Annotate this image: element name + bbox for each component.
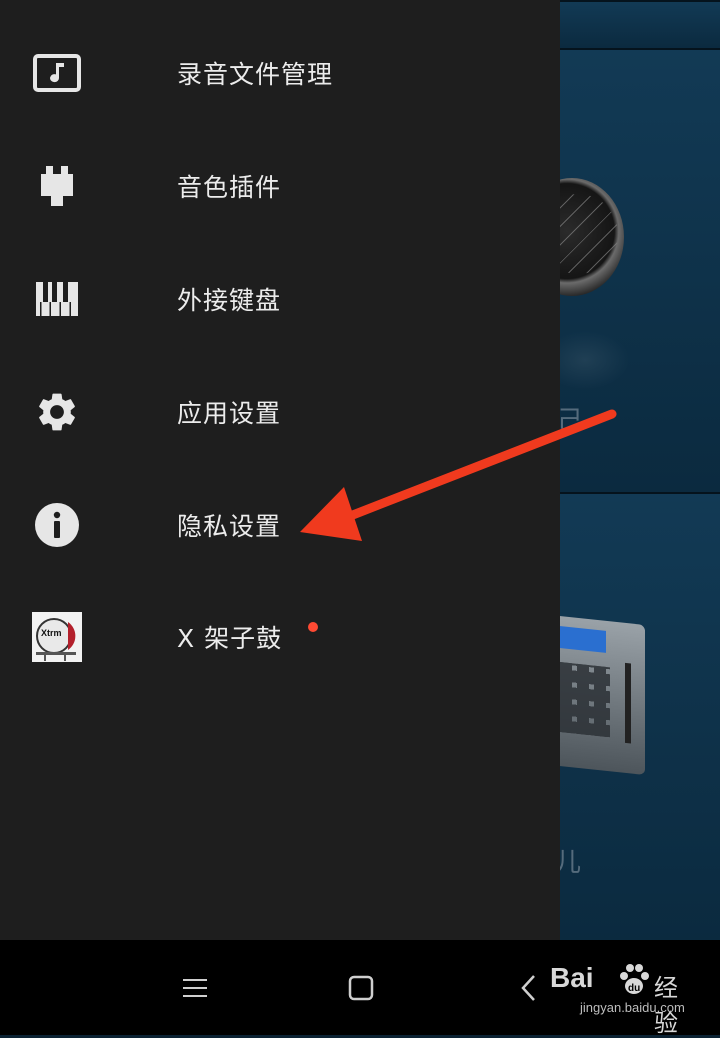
menu-item-settings[interactable]: 应用设置 bbox=[0, 355, 560, 468]
nav-home-button[interactable] bbox=[321, 940, 401, 1035]
menu-item-privacy[interactable]: 隐私设置 bbox=[0, 468, 560, 581]
nav-menu-button[interactable] bbox=[155, 940, 235, 1035]
piano-keys-icon bbox=[32, 274, 82, 324]
home-square-icon bbox=[348, 975, 374, 1000]
menu-item-label: 录音文件管理 bbox=[177, 59, 334, 89]
background-label-fragment: 己 bbox=[557, 406, 584, 436]
menu-item-xdrum[interactable]: Xtrm X 架子鼓 bbox=[0, 580, 560, 693]
menu-item-label: 外接键盘 bbox=[177, 285, 282, 315]
svg-text:Xtrm: Xtrm bbox=[41, 628, 62, 638]
menu-item-label: 应用设置 bbox=[177, 398, 282, 428]
menu-item-label: 隐私设置 bbox=[177, 511, 282, 541]
watermark-url: jingyan.baidu.com bbox=[580, 1000, 685, 1015]
music-note-icon bbox=[32, 48, 82, 98]
menu-item-keyboard[interactable]: 外接键盘 bbox=[0, 242, 560, 355]
back-chevron-icon bbox=[521, 974, 535, 1001]
x-drum-app-icon: Xtrm bbox=[32, 611, 82, 662]
menu-item-label: 音色插件 bbox=[177, 172, 282, 202]
navigation-drawer: 录音文件管理 音色插件 外接键盘 应用设置 隐私设置 Xtrm X 架子鼓 bbox=[0, 0, 560, 940]
menu-item-label: X 架子鼓 bbox=[177, 623, 283, 653]
plug-icon bbox=[32, 161, 82, 211]
info-icon bbox=[32, 500, 82, 550]
drum-machine-image bbox=[550, 615, 645, 775]
gear-icon bbox=[32, 387, 82, 437]
svg-text:du: du bbox=[628, 983, 640, 994]
paw-logo-icon: du bbox=[620, 964, 649, 994]
menu-icon bbox=[183, 978, 207, 997]
menu-item-recordings[interactable]: 录音文件管理 bbox=[0, 16, 560, 129]
menu-item-plugins[interactable]: 音色插件 bbox=[0, 129, 560, 242]
watermark-brand: Bai bbox=[550, 962, 594, 993]
system-navigation-bar bbox=[0, 940, 720, 1035]
new-badge-dot bbox=[308, 622, 318, 632]
background-panel[interactable] bbox=[540, 0, 720, 48]
